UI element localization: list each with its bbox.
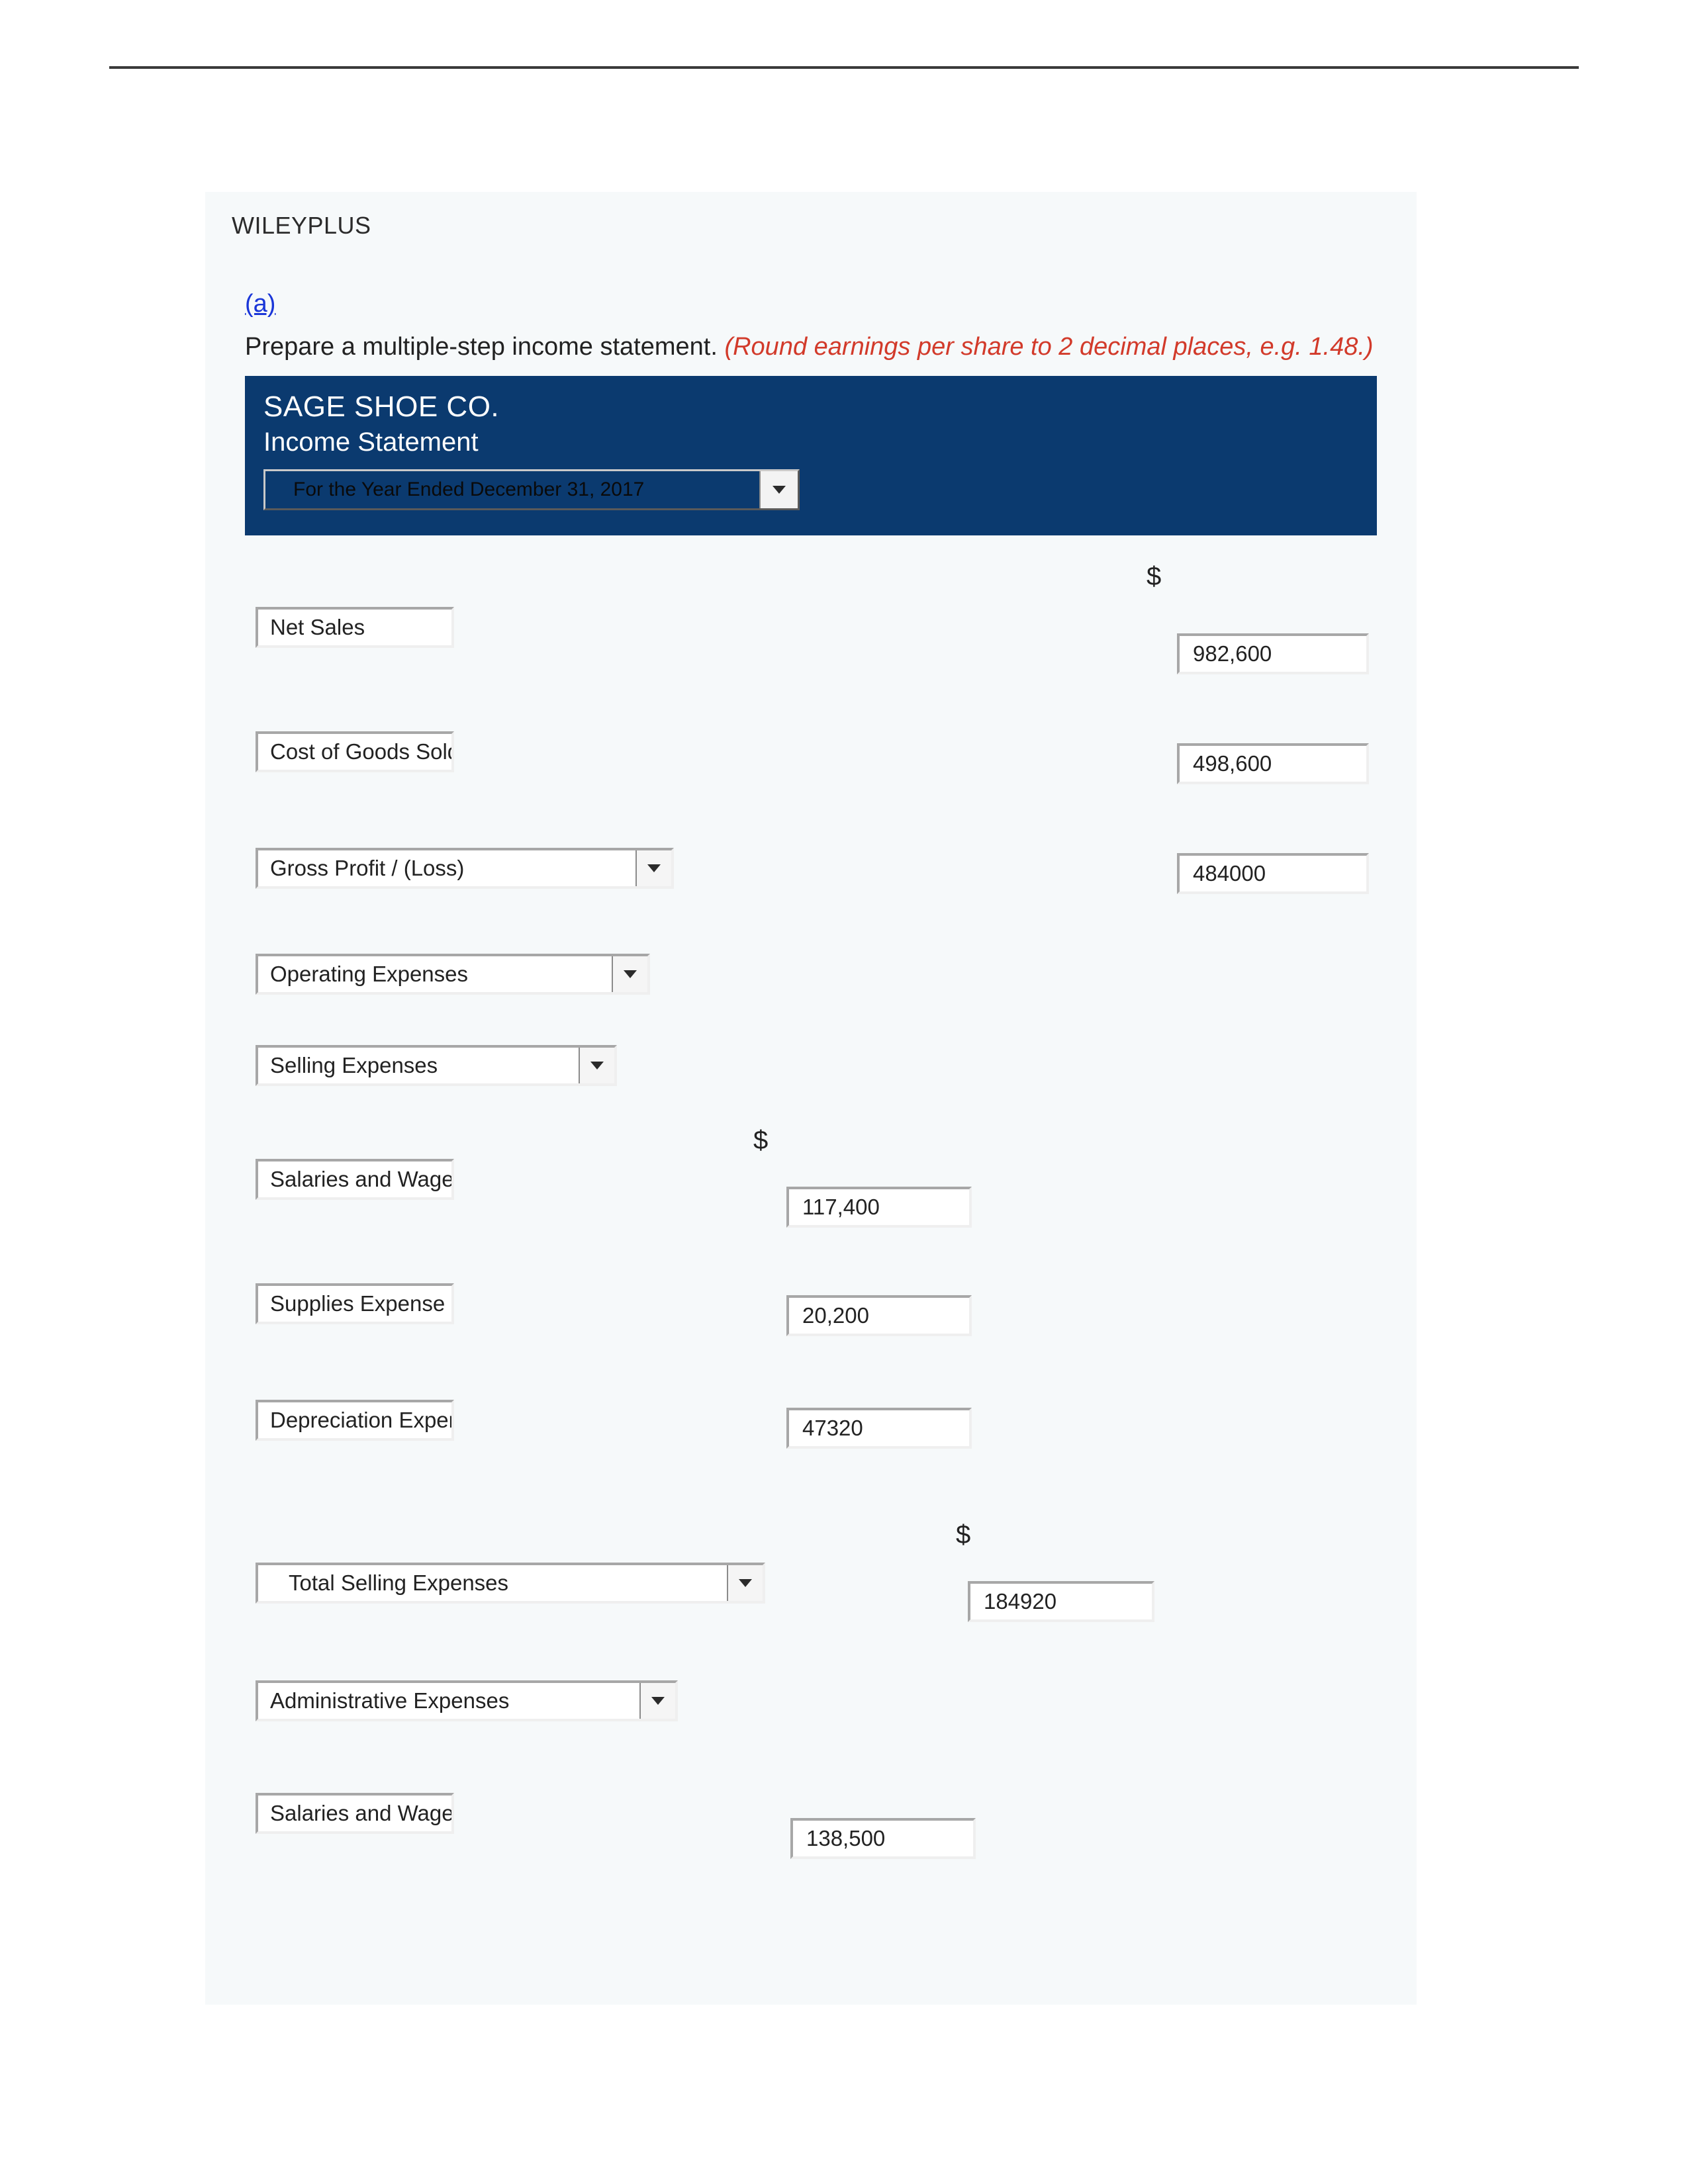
chevron-down-icon [639, 1683, 675, 1719]
part-a-link[interactable]: (a) [245, 290, 275, 318]
cogs-value[interactable]: 498,600 [1177, 743, 1369, 784]
total-selling-expenses-dropdown[interactable]: Total Selling Expenses [256, 1563, 765, 1604]
currency-symbol: $ [1147, 562, 1161, 592]
problem-body: (a) Prepare a multiple-step income state… [205, 258, 1417, 2005]
total-selling-expenses-label: Total Selling Expenses [289, 1570, 508, 1596]
statement-title: Income Statement [263, 428, 1358, 457]
cogs-input[interactable]: Cost of Goods Sold [256, 731, 454, 772]
net-sales-value[interactable]: 982,600 [1177, 633, 1369, 674]
company-name: SAGE SHOE CO. [263, 390, 1358, 424]
chevron-down-icon [759, 471, 798, 508]
depreciation-expense-value[interactable]: 47320 [786, 1408, 972, 1449]
period-value: For the Year Ended December 31, 2017 [293, 478, 644, 501]
net-sales-input[interactable]: Net Sales [256, 607, 454, 648]
gross-profit-value[interactable]: 484000 [1177, 853, 1369, 894]
salaries-wages-sell-value[interactable]: 117,400 [786, 1187, 972, 1228]
chevron-down-icon [635, 850, 671, 886]
total-selling-expenses-value[interactable]: 184920 [968, 1581, 1154, 1622]
header-label: WILEYPLUS [205, 192, 1417, 258]
chevron-down-icon [612, 956, 647, 992]
supplies-expense-value[interactable]: 20,200 [786, 1295, 972, 1336]
page: WILEYPLUS (a) Prepare a multiple-step in… [0, 0, 1688, 2184]
salaries-wages-admin-input[interactable]: Salaries and Wages Expense [256, 1793, 454, 1834]
instruction-plain: Prepare a multiple-step income statement… [245, 333, 724, 361]
chevron-down-icon [727, 1565, 763, 1601]
administrative-expenses-label: Administrative Expenses [270, 1688, 509, 1713]
gross-profit-label: Gross Profit / (Loss) [270, 856, 464, 881]
operating-expenses-dropdown[interactable]: Operating Expenses [256, 954, 650, 995]
instruction-hint: (Round earnings per share to 2 decimal p… [724, 333, 1373, 361]
statement-header: SAGE SHOE CO. Income Statement For the Y… [245, 376, 1377, 535]
chevron-down-icon [579, 1048, 614, 1083]
currency-symbol: $ [753, 1126, 768, 1156]
worksheet-grid: $ Net Sales 982,600 Cost of Goods Sold 4… [245, 535, 1377, 1952]
salaries-wages-admin-value[interactable]: 138,500 [790, 1818, 976, 1859]
gross-profit-dropdown[interactable]: Gross Profit / (Loss) [256, 848, 674, 889]
administrative-expenses-dropdown[interactable]: Administrative Expenses [256, 1680, 678, 1721]
content-panel: WILEYPLUS (a) Prepare a multiple-step in… [205, 192, 1417, 2005]
currency-symbol: $ [956, 1520, 970, 1550]
depreciation-expense-input[interactable]: Depreciation Expense [256, 1400, 454, 1441]
supplies-expense-input[interactable]: Supplies Expense [256, 1283, 454, 1324]
period-dropdown[interactable]: For the Year Ended December 31, 2017 [263, 469, 800, 510]
instruction-text: Prepare a multiple-step income statement… [245, 330, 1377, 364]
top-rule [109, 66, 1579, 69]
selling-expenses-label: Selling Expenses [270, 1053, 438, 1078]
operating-expenses-label: Operating Expenses [270, 962, 468, 987]
selling-expenses-dropdown[interactable]: Selling Expenses [256, 1045, 617, 1086]
salaries-wages-sell-input[interactable]: Salaries and Wages Expense [256, 1159, 454, 1200]
